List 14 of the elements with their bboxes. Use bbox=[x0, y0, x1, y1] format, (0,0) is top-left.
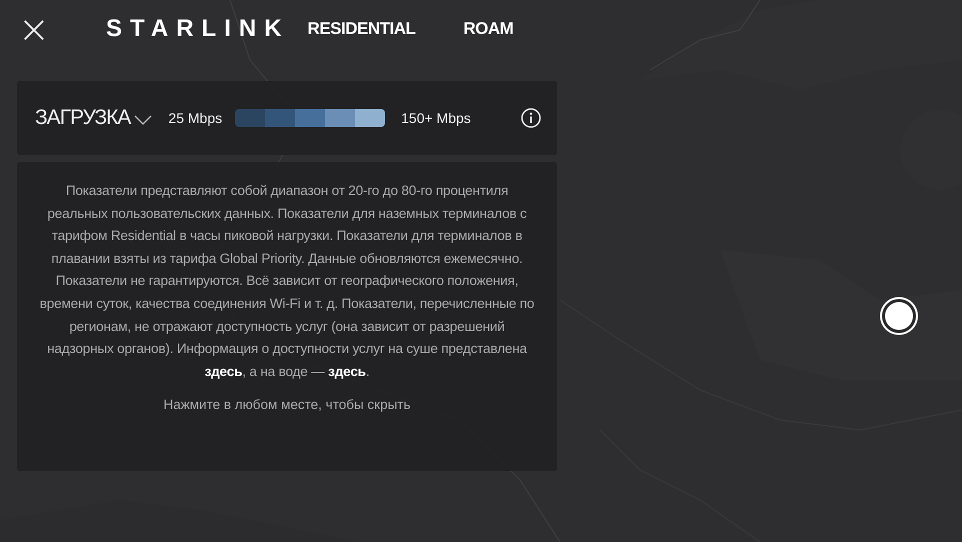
max-speed-label: 150+ Mbps bbox=[401, 110, 471, 126]
chevron-down-icon bbox=[134, 115, 152, 125]
info-icon[interactable] bbox=[521, 108, 541, 128]
metric-dropdown[interactable]: ЗАГРУЗКА bbox=[35, 106, 152, 130]
dismiss-hint: Нажмите в любом месте, чтобы скрыть bbox=[162, 397, 412, 412]
info-panel[interactable] bbox=[17, 162, 557, 471]
logo[interactable]: STARLINK bbox=[106, 15, 290, 43]
link[interactable]: здесь bbox=[204, 364, 242, 379]
nav-link[interactable]: ROAM bbox=[463, 19, 514, 39]
min-speed-label: 25 Mbps bbox=[168, 110, 222, 126]
link[interactable]: здесь bbox=[328, 364, 366, 379]
close-button[interactable]: × bbox=[18, 14, 46, 44]
disclaimer-paragraph: Показатели представляют собой диапазон от 20-го до 80-го процентиля реальных пользовательских данных. Показатели для наземных терминалов с тарифом Residential в часы пиковой нагрузки. Показатели для терминалов в плавании взяты из тарифа Global Priority. Данные обновляются ежемесячно. Показатели не гарантируются. Всё зависит от географического положения, времени суток, качества соединения Wi-Fi и т. д. Показатели, перечисленные по регионам, не отражают доступность услуг (она зависит от разрешений надзорных органов). Информация о доступности услуг на суше представлена здесь, а на воде — здесь. bbox=[39, 182, 535, 381]
nav-link[interactable]: RESIDENTIAL bbox=[308, 19, 416, 39]
